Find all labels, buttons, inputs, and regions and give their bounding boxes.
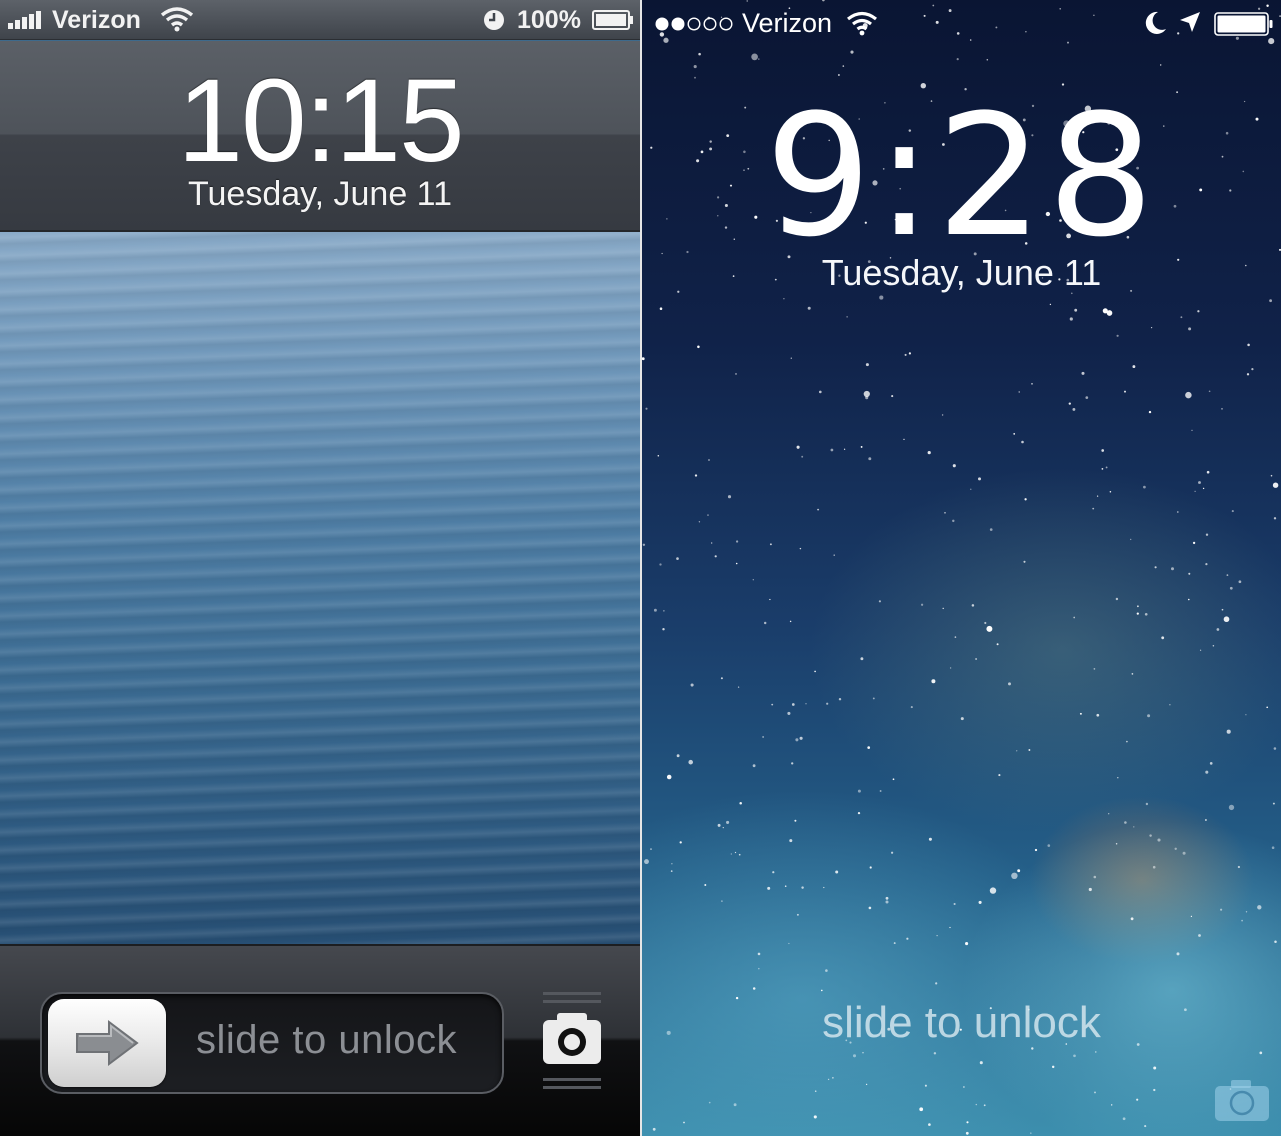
wifi-icon: [160, 7, 194, 32]
unlock-dock: slide to unlock: [0, 944, 640, 1136]
lock-date: Tuesday, June 11: [188, 175, 452, 213]
status-bar: Verizon 100%: [0, 0, 640, 40]
battery-icon: [592, 10, 633, 30]
lock-date: Tuesday, June 11: [821, 252, 1102, 293]
slide-to-unlock-label: slide to unlock: [196, 1018, 457, 1062]
battery-percentage: 100%: [517, 6, 581, 34]
unlock-slider-track[interactable]: slide to unlock: [40, 992, 504, 1094]
location-arrow-icon: [1180, 12, 1200, 32]
camera-grabber-top: [543, 992, 601, 995]
camera-icon[interactable]: [543, 1013, 601, 1064]
slide-to-unlock-label[interactable]: slide to unlock: [642, 998, 1281, 1048]
lock-time: 9:28: [764, 78, 1159, 274]
clock-banner: 10:15 Tuesday, June 11: [0, 41, 640, 232]
status-bar: Verizon: [642, 0, 1281, 48]
carrier-name: Verizon: [742, 8, 833, 38]
camera-grabber-bottom: [543, 1078, 601, 1081]
ios6-lock-screen: Verizon 100% 10:15 Tuesday, June 11 slid…: [0, 0, 640, 1136]
carrier-name: Verizon: [52, 6, 141, 34]
unlock-slider-knob[interactable]: [48, 999, 166, 1087]
signal-dots-icon: [655, 17, 733, 31]
battery-icon: [1214, 12, 1273, 36]
camera-grabber-top: [543, 1000, 601, 1003]
ios7-lock-screen: Verizon 9:28 Tuesday, June 11 slide to u…: [642, 0, 1281, 1136]
arrow-right-icon: [76, 1020, 139, 1066]
camera-grabber-bottom: [543, 1086, 601, 1089]
moon-icon: [1145, 11, 1166, 34]
wifi-icon: [847, 11, 877, 36]
clock-lock-icon: [484, 10, 504, 30]
water-wallpaper: [0, 232, 640, 946]
lock-time: 10:15: [177, 55, 464, 187]
signal-bars-icon: [8, 11, 48, 29]
camera-icon[interactable]: [1214, 1078, 1270, 1122]
